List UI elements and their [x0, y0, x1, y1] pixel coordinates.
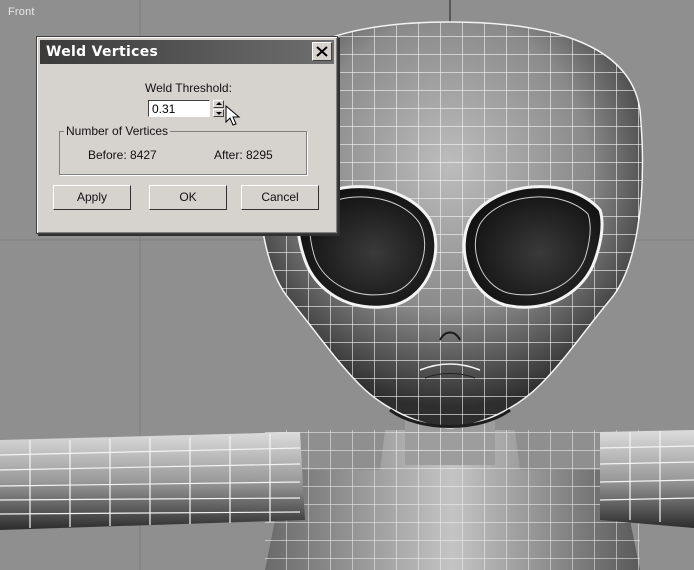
weld-threshold-input[interactable]: [148, 100, 210, 117]
spinner-up-button[interactable]: [213, 100, 224, 108]
close-button[interactable]: [312, 42, 332, 61]
dialog-titlebar[interactable]: Weld Vertices: [40, 40, 334, 64]
before-count: Before: 8427: [88, 148, 157, 162]
vertex-count-group: Number of Vertices Before: 8427 After: 8…: [59, 124, 307, 175]
weld-threshold-label: Weld Threshold:: [145, 81, 232, 95]
threshold-spinner[interactable]: [213, 100, 224, 117]
close-icon: [316, 46, 328, 57]
ok-button[interactable]: OK: [149, 185, 227, 210]
after-count: After: 8295: [214, 148, 273, 162]
apply-button[interactable]: Apply: [53, 185, 131, 210]
dialog-title: Weld Vertices: [46, 44, 159, 60]
group-title: Number of Vertices: [64, 124, 171, 138]
viewport-label: Front: [8, 6, 35, 18]
spinner-down-button[interactable]: [213, 109, 224, 117]
cancel-button[interactable]: Cancel: [241, 185, 319, 210]
mouse-cursor-icon: [225, 105, 241, 126]
weld-vertices-dialog: Weld Vertices Weld Threshold: Number of …: [36, 36, 338, 234]
